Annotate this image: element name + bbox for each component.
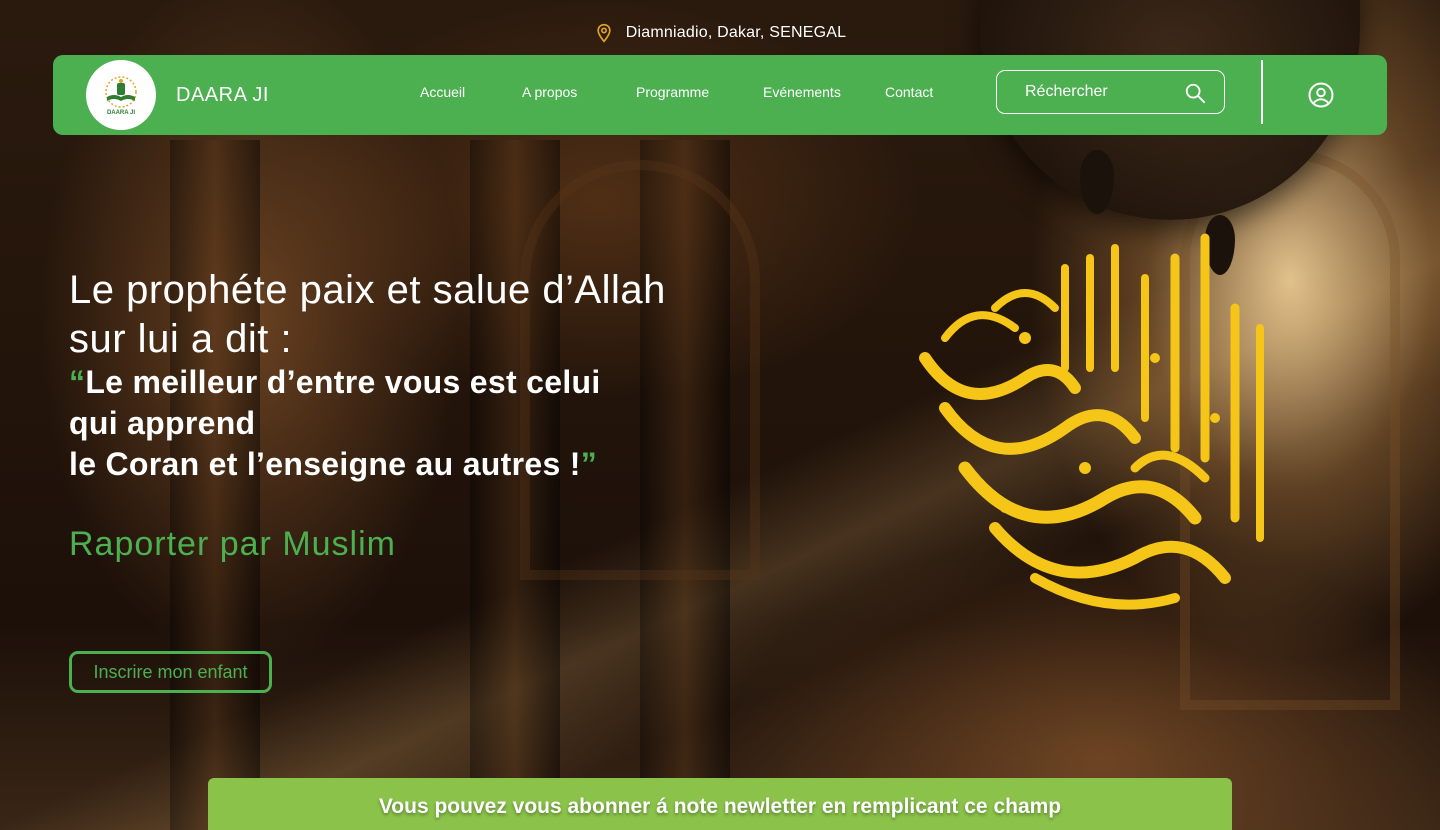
hero-intro-line: Le prophéte paix et salue d’Allah [69,268,666,312]
quote-line: Le meilleur d’entre vous est celui [85,364,601,400]
quote-close-mark: ” [580,446,597,482]
user-circle-icon[interactable] [1308,82,1334,108]
newsletter-banner: Vous pouvez vous abonner á note newlette… [208,778,1232,830]
nav-programme[interactable]: Programme [636,84,709,100]
newsletter-text: Vous pouvez vous abonner á note newlette… [378,795,1062,818]
quote-line: qui apprend [69,405,256,441]
logo[interactable]: DAARA JI [86,60,156,130]
hero-quote: “Le meilleur d’entre vous est celui qui … [69,362,789,485]
search-box [996,70,1225,114]
search-input[interactable] [1025,83,1165,101]
nav-divider [1261,60,1263,124]
shahada-calligraphy-image [919,233,1264,610]
quote-open-mark: “ [69,364,86,400]
logo-text: DAARA JI [106,109,136,116]
hero-source: Raporter par Muslim [69,525,396,563]
search-icon[interactable] [1184,82,1206,104]
quote-line: le Coran et l’enseigne au autres ! [69,446,581,482]
map-pin-icon [597,23,611,43]
navbar: DAARA JI DAARA JI Accueil A propos Progr… [53,55,1387,135]
location-bar: Diamniadio, Dakar, SENEGAL [0,22,1440,44]
nav-evenements[interactable]: Evénements [763,84,841,100]
background-pillar [170,140,260,830]
hero-intro: Le prophéte paix et salue d’Allah sur lu… [69,266,789,364]
nav-accueil[interactable]: Accueil [420,84,465,100]
location-text: Diamniadio, Dakar, SENEGAL [625,24,847,41]
enroll-child-button[interactable]: Inscrire mon enfant [69,651,272,693]
brand-name[interactable]: DAARA JI [176,84,269,107]
book-emblem-icon [105,75,137,108]
nav-contact[interactable]: Contact [885,84,933,100]
nav-a-propos[interactable]: A propos [522,84,577,100]
hero-intro-line: sur lui a dit : [69,317,293,361]
